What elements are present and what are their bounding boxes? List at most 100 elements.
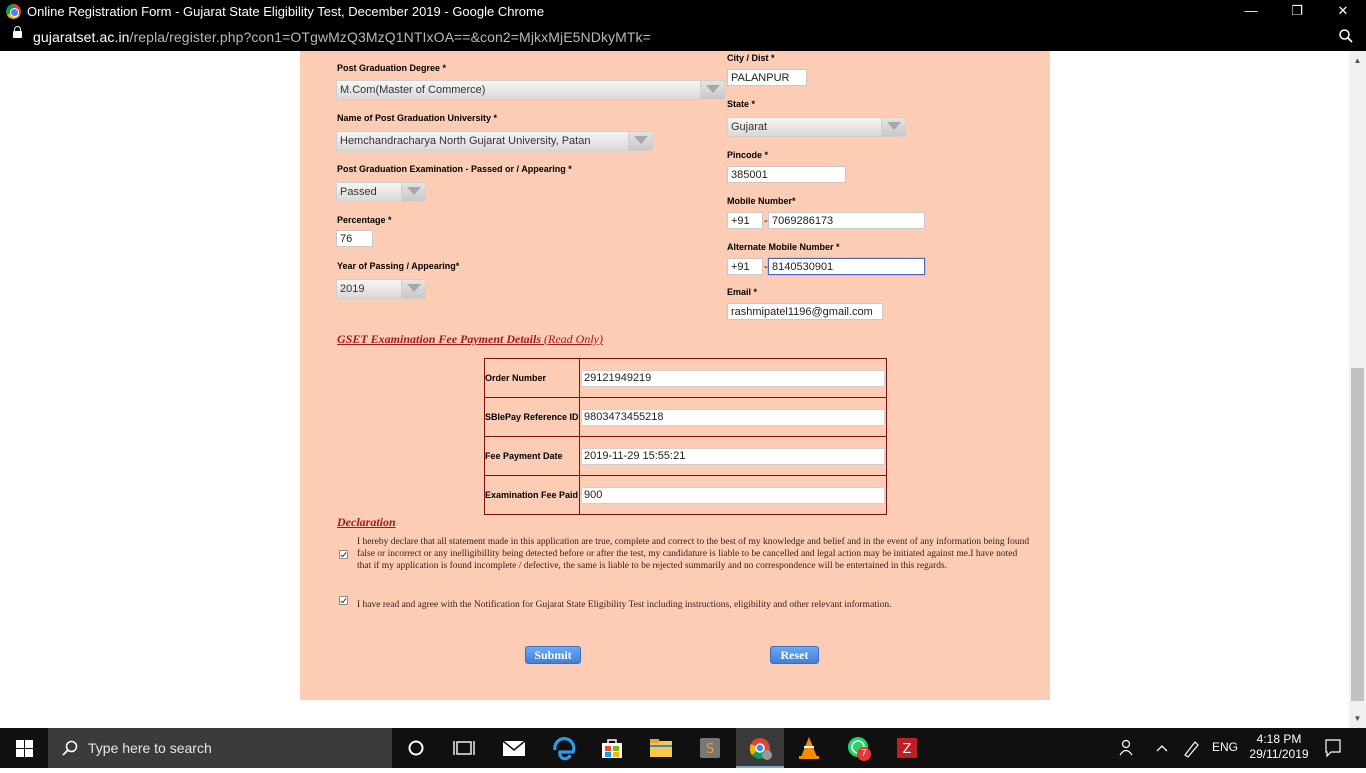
- exam-fee-paid-label: Examination Fee Paid: [484, 475, 580, 515]
- fee-payment-date-field: 2019-11-29 15:55:21: [581, 447, 885, 465]
- email-label: Email *: [727, 287, 758, 297]
- svg-text:S: S: [706, 742, 714, 757]
- clock[interactable]: 4:18 PM 29/11/2019: [1246, 732, 1312, 762]
- window-title: Online Registration Form - Gujarat State…: [27, 4, 545, 19]
- vertical-scrollbar[interactable]: ▲ ▼: [1349, 51, 1366, 728]
- sublime-icon: S: [700, 738, 720, 758]
- address-bar[interactable]: gujaratset.ac.in/repla/register.php?con1…: [0, 23, 1366, 51]
- percentage-input[interactable]: 76: [336, 230, 373, 247]
- declaration-checkbox[interactable]: [339, 550, 348, 559]
- whatsapp-app-button[interactable]: 7: [834, 728, 882, 768]
- state-value: Gujarat: [731, 121, 768, 133]
- scroll-up-icon[interactable]: ▲: [1353, 56, 1362, 65]
- svg-text:Z: Z: [903, 742, 912, 757]
- scrollbar-thumb[interactable]: [1351, 368, 1364, 701]
- agreement-checkbox[interactable]: [339, 596, 348, 605]
- chevron-down-icon: [881, 118, 905, 136]
- chevron-up-icon[interactable]: [1154, 728, 1170, 768]
- table-row: SBIePay Reference ID 9803473455218: [484, 397, 887, 437]
- scroll-down-icon[interactable]: ▼: [1353, 714, 1362, 723]
- chrome-icon: [749, 738, 772, 760]
- close-button[interactable]: ✕: [1320, 0, 1366, 23]
- percentage-label: Percentage *: [337, 215, 392, 225]
- declaration-title: Declaration: [337, 515, 396, 529]
- edge-icon: [553, 737, 576, 761]
- cortana-button[interactable]: [392, 728, 440, 768]
- sublime-app-button[interactable]: S: [686, 728, 734, 768]
- pen-icon[interactable]: [1182, 728, 1200, 768]
- people-icon[interactable]: [1118, 728, 1136, 768]
- fee-section-title-text: GSET Examination Fee Payment Details: [337, 332, 542, 346]
- windows-logo-icon: [25, 740, 33, 748]
- chrome-app-button[interactable]: [736, 728, 784, 768]
- order-number-label: Order Number: [484, 358, 580, 398]
- city-label: City / Dist *: [727, 53, 775, 63]
- city-input[interactable]: PALANPUR: [727, 69, 807, 86]
- pg-university-label: Name of Post Graduation University *: [337, 113, 498, 123]
- pg-degree-label: Post Graduation Degree *: [337, 63, 447, 73]
- exam-fee-paid-field: 900: [581, 486, 885, 504]
- alt-mobile-country-code[interactable]: +91: [727, 258, 763, 275]
- windows-logo-icon: [25, 749, 33, 757]
- fee-details-table: Order Number 29121949219 SBIePay Referen…: [484, 358, 887, 515]
- folder-icon: [650, 739, 672, 757]
- url-host: gujaratset.ac.in: [33, 29, 130, 45]
- windows-logo-icon: [16, 740, 24, 748]
- alt-mobile-number-input[interactable]: 8140530901: [768, 258, 925, 275]
- declaration-text: I hereby declare that all statement made…: [357, 537, 1030, 571]
- submit-button[interactable]: Submit: [525, 646, 581, 664]
- mail-app-button[interactable]: [490, 728, 538, 768]
- taskbar-search-box[interactable]: Type here to search: [48, 728, 392, 768]
- chevron-down-icon: [628, 132, 652, 150]
- edge-app-button[interactable]: [540, 728, 588, 768]
- agreement-text: I have read and agree with the Notificat…: [357, 600, 892, 610]
- pg-degree-select[interactable]: M.Com(Master of Commerce): [336, 80, 725, 100]
- pg-university-select[interactable]: Hemchandracharya North Gujarat Universit…: [336, 131, 653, 151]
- email-input[interactable]: rashmipatel1196@gmail.com: [727, 303, 883, 320]
- window-title-bar: Online Registration Form - Gujarat State…: [0, 0, 1366, 23]
- pg-exam-status-select[interactable]: Passed: [336, 182, 426, 202]
- mobile-number-input[interactable]: 7069286173: [768, 212, 925, 229]
- file-explorer-button[interactable]: [637, 728, 685, 768]
- state-select[interactable]: Gujarat: [727, 117, 906, 137]
- clock-time: 4:18 PM: [1256, 732, 1302, 746]
- store-app-button[interactable]: [588, 728, 636, 768]
- vlc-app-button[interactable]: [785, 728, 833, 768]
- search-icon: [62, 740, 78, 756]
- pg-exam-status-value: Passed: [340, 186, 377, 198]
- language-indicator[interactable]: ENG: [1212, 740, 1238, 754]
- pg-degree-value: M.Com(Master of Commerce): [340, 84, 486, 96]
- chevron-down-icon: [401, 280, 425, 298]
- action-center-icon[interactable]: [1324, 728, 1342, 768]
- url-text[interactable]: gujaratset.ac.in/repla/register.php?con1…: [33, 29, 651, 45]
- year-of-passing-select[interactable]: 2019: [336, 279, 426, 299]
- pincode-label: Pincode *: [727, 150, 769, 160]
- lock-icon[interactable]: [13, 26, 22, 38]
- task-view-icon: [453, 741, 475, 755]
- zoom-icon[interactable]: [1338, 28, 1354, 44]
- filezilla-icon: Z: [897, 738, 917, 758]
- start-button[interactable]: [0, 728, 48, 768]
- table-row: Order Number 29121949219: [484, 358, 887, 398]
- exam-fee-paid-cell: 900: [579, 475, 887, 515]
- task-view-button[interactable]: [440, 728, 488, 768]
- search-placeholder: Type here to search: [88, 740, 212, 756]
- sbiepay-reference-field: 9803473455218: [581, 408, 885, 426]
- order-number-field: 29121949219: [581, 369, 885, 387]
- state-label: State *: [727, 99, 756, 109]
- fee-payment-date-label: Fee Payment Date: [484, 436, 580, 476]
- table-row: Fee Payment Date 2019-11-29 15:55:21: [484, 436, 887, 476]
- pg-exam-status-label: Post Graduation Examination - Passed or …: [337, 164, 572, 174]
- minimize-button[interactable]: —: [1228, 0, 1274, 23]
- registration-form-panel: Post Graduation Degree * M.Com(Master of…: [300, 51, 1050, 700]
- mobile-country-code[interactable]: +91: [727, 212, 763, 229]
- reset-button[interactable]: Reset: [770, 646, 819, 664]
- chevron-down-icon: [700, 81, 724, 99]
- pg-university-value: Hemchandracharya North Gujarat Universit…: [340, 135, 591, 147]
- notification-badge: 7: [857, 747, 871, 761]
- maximize-button[interactable]: ❐: [1274, 0, 1320, 23]
- cortana-icon: [408, 740, 424, 756]
- table-row: Examination Fee Paid 900: [484, 475, 887, 515]
- filezilla-app-button[interactable]: Z: [883, 728, 931, 768]
- pincode-input[interactable]: 385001: [727, 166, 846, 183]
